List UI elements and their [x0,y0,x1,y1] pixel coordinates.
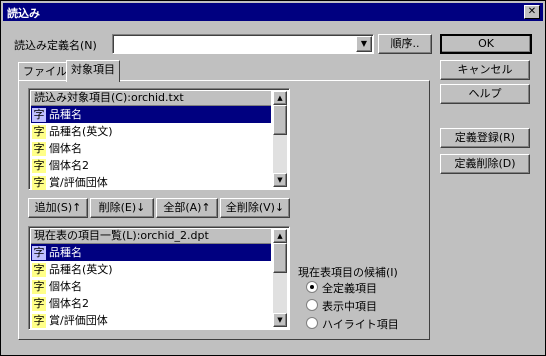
cancel-button[interactable]: キャンセル [440,60,530,80]
candidates-label: 現在表項目の候補(I) [298,266,398,279]
current-item-list[interactable]: 現在表の項目一覧(L):orchid_2.dpt 字品種名 字品種名(英文) 字… [28,226,290,330]
text-type-icon: 字 [32,142,46,156]
radio-displayed-items[interactable] [306,299,318,311]
order-button[interactable]: 順序.. [378,34,432,54]
text-type-icon: 字 [32,246,46,260]
list-item[interactable]: 字個体名 [31,140,271,157]
radio-all-definitions-label: 全定義項目 [322,282,377,295]
list-item[interactable]: 字個体名2 [31,295,271,312]
remove-button[interactable]: 削除(E)↓ [90,198,154,218]
list-item-label: 品種名(英文) [49,263,113,276]
text-type-icon: 字 [32,125,46,139]
delete-definition-button[interactable]: 定義削除(D) [440,154,530,174]
text-type-icon: 字 [32,108,46,122]
register-definition-button[interactable]: 定義登録(R) [440,128,530,148]
remove-all-button[interactable]: 全削除(V)↓ [220,198,290,218]
scroll-up-icon[interactable]: ▲ [273,91,287,105]
radio-highlight-items-label: ハイライト項目 [322,318,399,331]
list-item-label: 個体名 [49,280,82,293]
list-item[interactable]: 字品種名 [31,106,271,123]
current-list-header: 現在表の項目一覧(L):orchid_2.dpt [31,229,271,244]
list-item[interactable]: 字品種名(英文) [31,261,271,278]
vertical-scrollbar[interactable]: ▲ ▼ [273,229,287,327]
scroll-thumb[interactable] [273,243,287,273]
list-item-label: 品種名(英文) [49,125,113,138]
list-item-label: 品種名 [49,246,82,259]
title-bar: 読込み ✕ [3,3,543,21]
text-type-icon: 字 [32,176,46,190]
close-icon: ✕ [527,6,537,17]
chevron-down-icon[interactable]: ▼ [356,36,372,52]
scroll-down-icon[interactable]: ▼ [273,313,287,327]
list-item[interactable]: 字個体名2 [31,157,271,174]
tab-file[interactable]: ファイル [18,62,72,81]
help-button[interactable]: ヘルプ [440,84,530,104]
radio-highlight-items[interactable] [306,317,318,329]
list-item-label: 賞/評価団体 [49,314,108,327]
list-item-label: 個体名2 [49,159,89,172]
add-all-button[interactable]: 全部(A)↑ [156,198,218,218]
list-item-label: 品種名 [49,108,82,121]
dialog-title: 読込み [7,7,40,20]
source-list-header: 読込み対象項目(C):orchid.txt [31,91,271,106]
text-type-icon: 字 [32,280,46,294]
radio-all-definitions[interactable] [306,281,318,293]
radio-displayed-items-label: 表示中項目 [322,300,377,313]
ok-button[interactable]: OK [440,34,532,54]
vertical-scrollbar[interactable]: ▲ ▼ [273,91,287,187]
definition-name-combo[interactable]: ▼ [112,34,374,54]
text-type-icon: 字 [32,159,46,173]
list-item-label: 個体名2 [49,297,89,310]
list-item[interactable]: 字品種名 [31,244,271,261]
scroll-up-icon[interactable]: ▲ [273,229,287,243]
source-item-list[interactable]: 読込み対象項目(C):orchid.txt 字品種名 字品種名(英文) 字個体名… [28,88,290,190]
scroll-down-icon[interactable]: ▼ [273,173,287,187]
definition-name-label: 読込み定義名(N) [14,39,97,52]
close-button[interactable]: ✕ [524,5,540,19]
list-item[interactable]: 字賞/評価団体 [31,174,271,191]
tab-target-items[interactable]: 対象項目 [66,60,120,82]
scroll-thumb[interactable] [273,105,287,135]
text-type-icon: 字 [32,297,46,311]
add-button[interactable]: 追加(S)↑ [28,198,88,218]
text-type-icon: 字 [32,314,46,328]
list-item-label: 賞/評価団体 [49,176,108,189]
list-item-label: 個体名 [49,142,82,155]
list-item[interactable]: 字賞/評価団体 [31,312,271,329]
text-type-icon: 字 [32,263,46,277]
list-item[interactable]: 字個体名 [31,278,271,295]
list-item[interactable]: 字品種名(英文) [31,123,271,140]
